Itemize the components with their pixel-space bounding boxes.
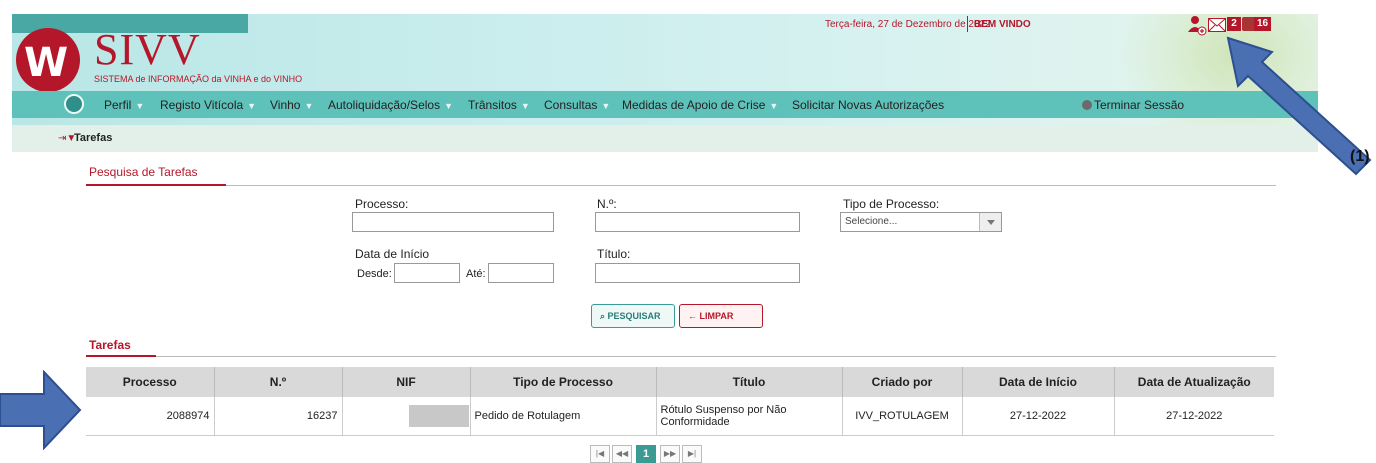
desde-date-input[interactable] [394,263,460,283]
search-section-title: Pesquisa de Tarefas [89,165,198,179]
mail-count-badge[interactable]: 2 [1227,17,1241,31]
col-header-tipo-processo[interactable]: Tipo de Processo [470,367,657,397]
nav-item-transitos[interactable]: Trânsitos ▼ [468,98,530,112]
nav-item-perfil[interactable]: Perfil ▼ [104,98,144,112]
cell-processo: 2088974 [86,397,215,436]
next-page-icon[interactable]: ▶▶ [660,445,680,463]
nav-item-vinho[interactable]: Vinho ▼ [270,98,313,112]
cell-numero: 16237 [214,397,343,436]
chevron-down-icon: ▼ [769,101,779,111]
tasks-section-title: Tarefas [89,338,131,352]
processo-label: Processo: [355,197,409,211]
last-page-icon[interactable]: ▶| [682,445,702,463]
breadcrumb: ⇥▼ Tarefas [12,125,1318,152]
cell-tipo-processo: Pedido de Rotulagem [470,397,657,436]
nav-item-consultas[interactable]: Consultas ▼ [544,98,610,112]
ivv-logo[interactable]: W [16,28,80,92]
chevron-down-icon: ▼ [247,101,257,111]
tipo-processo-label: Tipo de Processo: [843,197,940,211]
chevron-down-icon: ▼ [304,101,314,111]
tasks-table: Processo N.º NIF Tipo de Processo Título… [86,367,1274,436]
processo-input[interactable] [352,212,554,232]
data-inicio-label: Data de Início [355,247,430,261]
current-page-button[interactable]: 1 [636,445,656,463]
nav-item-registo-viticola[interactable]: Registo Vitícola ▼ [160,98,256,112]
chevron-down-icon: ▼ [601,101,611,111]
app-subtitle: SISTEMA de INFORMAÇÃO da VINHA e do VINH… [94,74,303,84]
app-title: SIVV [94,25,201,74]
table-row[interactable]: 2088974 16237 Pedido de Rotulagem Rótulo… [86,397,1274,436]
annotation-marker: (1) [1350,148,1370,165]
desde-label: Desde: [357,268,392,280]
nif-redacted [408,404,469,427]
logout-link[interactable]: Terminar Sessão [1082,98,1184,112]
search-button[interactable]: ⌕ PESQUISAR [591,304,675,328]
col-header-data-inicio[interactable]: Data de Início [962,367,1115,397]
nav-item-autoliquidacao[interactable]: Autoliquidação/Selos ▼ [328,98,453,112]
logout-icon [1082,100,1092,110]
table-header-row: Processo N.º NIF Tipo de Processo Título… [86,367,1274,397]
cell-nif [342,397,471,436]
welcome-text: BEM VINDO [974,19,1031,30]
titulo-input[interactable] [595,263,800,283]
col-header-criado-por[interactable]: Criado por [842,367,963,397]
user-icon[interactable] [1187,14,1207,36]
nav-item-medidas-apoio[interactable]: Medidas de Apoio de Crise ▼ [622,98,778,112]
ate-date-input[interactable] [488,263,554,283]
cell-data-inicio: 27-12-2022 [962,397,1115,436]
first-page-icon[interactable]: |◀ [590,445,610,463]
cell-titulo: Rótulo Suspenso por Não Conformidade [656,397,843,436]
numero-label: N.º: [597,197,617,211]
col-header-numero[interactable]: N.º [214,367,343,397]
chevron-down-icon: ▼ [135,101,145,111]
chevron-down-icon [979,213,1001,231]
titulo-label: Título: [597,247,631,261]
chevron-down-icon: ▼ [444,101,453,111]
breadcrumb-current[interactable]: Tarefas [74,132,112,144]
arrow-left-icon: ← [688,311,700,321]
app-header: W SIVV SISTEMA de INFORMAÇÃO da VINHA e … [12,14,1318,152]
section-divider [86,185,1276,186]
col-header-processo[interactable]: Processo [86,367,215,397]
prev-page-icon[interactable]: ◀◀ [612,445,632,463]
alert-count-badge[interactable]: 16 [1254,17,1271,31]
nav-item-solicitar-autorizacoes[interactable]: Solicitar Novas Autorizações [792,98,944,112]
col-header-titulo[interactable]: Título [656,367,843,397]
col-header-nif[interactable]: NIF [342,367,471,397]
ate-label: Até: [466,268,486,280]
chevron-down-icon: ▼ [520,101,530,111]
search-icon: ⌕ [600,311,608,321]
cell-criado-por: IVV_ROTULAGEM [842,397,963,436]
home-icon[interactable] [64,94,84,114]
current-date: Terça-feira, 27 de Dezembro de 2022 [825,19,991,30]
section-divider [86,356,1276,357]
cell-data-atualizacao: 27-12-2022 [1114,397,1274,436]
clear-button[interactable]: ← LIMPAR [679,304,763,328]
section-accent [86,355,156,357]
tipo-processo-select[interactable]: Selecione... [840,212,1002,232]
header-separator [967,16,968,32]
numero-input[interactable] [595,212,800,232]
col-header-data-atualizacao[interactable]: Data de Atualização [1114,367,1274,397]
annotation-arrow-right-icon [0,370,82,450]
main-nav: Perfil ▼ Registo Vitícola ▼ Vinho ▼ Autoliq… [12,91,1318,118]
section-accent [86,184,226,186]
